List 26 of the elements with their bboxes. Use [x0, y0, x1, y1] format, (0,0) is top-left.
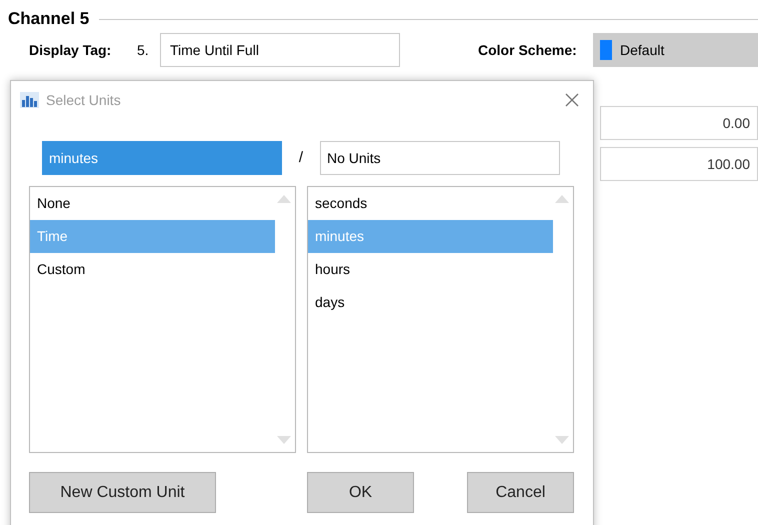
- list-item[interactable]: Custom: [30, 253, 275, 286]
- dialog-button[interactable]: OK: [307, 472, 414, 513]
- section-title: Channel 5: [8, 8, 90, 30]
- dialog-title: Select Units: [46, 90, 122, 110]
- display-tag-field[interactable]: Time Until Full: [160, 33, 400, 67]
- list-item[interactable]: None: [30, 187, 275, 220]
- scroll-down-icon[interactable]: [555, 436, 569, 444]
- color-scheme-dropdown[interactable]: Default: [593, 33, 758, 67]
- close-icon[interactable]: [565, 93, 579, 107]
- scroll-down-icon[interactable]: [277, 436, 291, 444]
- dialog-button[interactable]: New Custom Unit: [29, 472, 216, 513]
- field-label: Color Scheme:: [478, 40, 578, 60]
- denominator-field[interactable]: No Units: [320, 141, 560, 175]
- dialog-button[interactable]: Cancel: [467, 472, 574, 513]
- color-swatch-icon: [600, 40, 612, 60]
- bar-chart-icon: [20, 92, 39, 108]
- separator-text: /: [298, 148, 304, 168]
- list-item[interactable]: hours: [308, 253, 553, 286]
- list-item[interactable]: days: [308, 286, 553, 319]
- scroll-up-icon[interactable]: [277, 195, 291, 203]
- list-item[interactable]: seconds: [308, 187, 553, 220]
- scroll-up-icon[interactable]: [555, 195, 569, 203]
- number-field[interactable]: 0.00: [600, 106, 758, 140]
- field-label: Display Tag:: [29, 40, 112, 60]
- number-field[interactable]: 100.00: [600, 147, 758, 181]
- tag-prefix: 5.: [137, 40, 150, 60]
